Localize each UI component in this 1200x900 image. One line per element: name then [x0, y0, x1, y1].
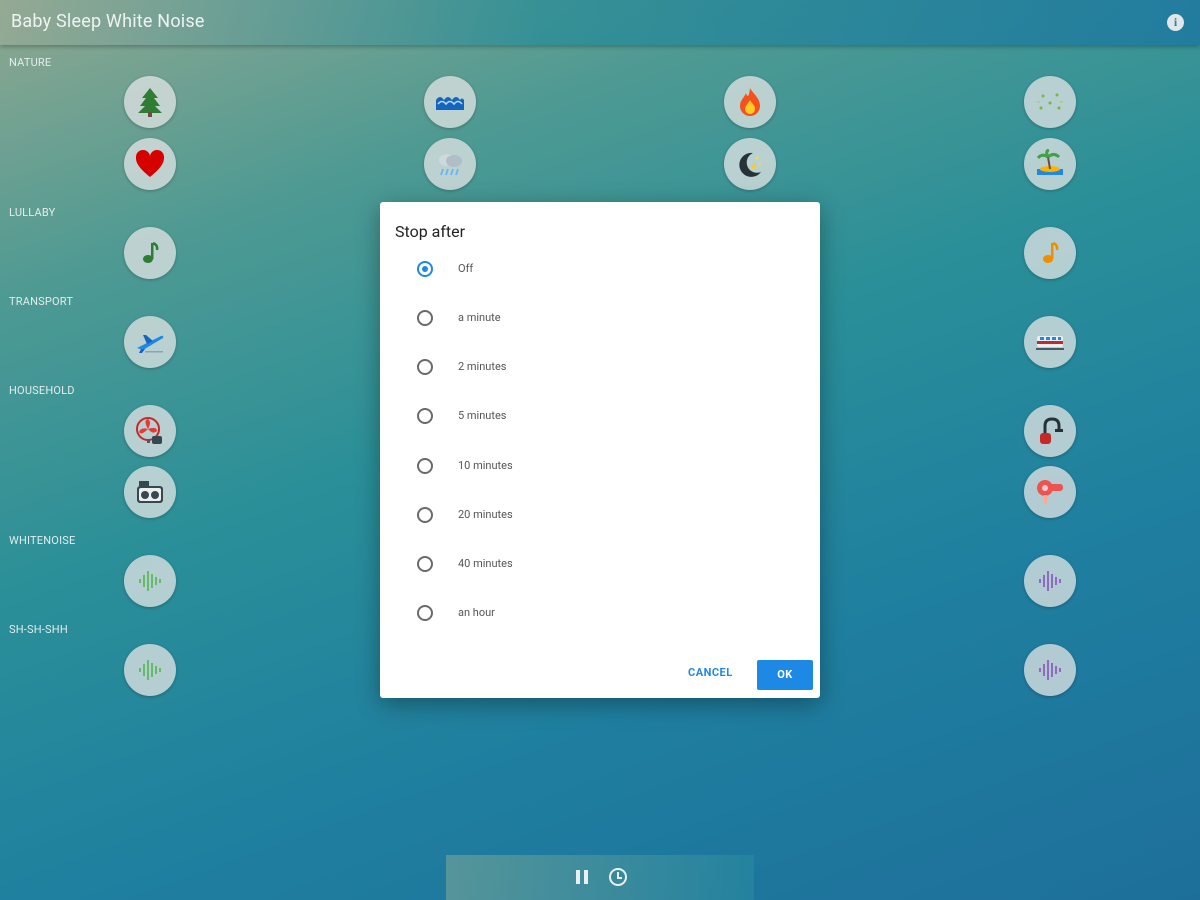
- island-icon: [1036, 149, 1063, 175]
- section-label-household: HOUSEHOLD: [9, 384, 75, 397]
- sound-button-washing-machine[interactable]: [124, 466, 176, 518]
- sound-button-vacuum[interactable]: [1024, 405, 1076, 457]
- ocean-waves-icon: [436, 97, 464, 110]
- dialog-title: Stop after: [395, 222, 466, 241]
- option-label: 40 minutes: [458, 557, 513, 570]
- waveform-purple-icon: [1039, 571, 1061, 591]
- option-label: Off: [458, 262, 474, 275]
- section-label-nature: NATURE: [9, 56, 52, 69]
- radio-button[interactable]: [417, 359, 433, 375]
- sound-button-fire[interactable]: [724, 76, 776, 128]
- sound-button-island[interactable]: [1024, 138, 1076, 190]
- option-label: 5 minutes: [458, 409, 507, 422]
- music-note-green-icon: [143, 241, 159, 263]
- sound-button-lullaby-2[interactable]: [1024, 227, 1076, 279]
- option-20-minutes[interactable]: 20 minutes: [380, 499, 820, 535]
- sound-button-train[interactable]: [1024, 316, 1076, 368]
- vacuum-icon: [1040, 417, 1063, 444]
- fan-icon: [136, 417, 162, 444]
- pause-icon[interactable]: [576, 870, 588, 884]
- info-icon[interactable]: i: [1167, 14, 1184, 31]
- app-title: Baby Sleep White Noise: [11, 11, 205, 32]
- airplane-icon: [137, 335, 164, 353]
- option-off[interactable]: Off: [380, 253, 820, 289]
- option-label: a minute: [458, 311, 501, 324]
- crickets-icon: [1037, 93, 1063, 110]
- timer-icon[interactable]: [609, 868, 627, 886]
- radio-button[interactable]: [417, 507, 433, 523]
- option-label: an hour: [458, 606, 495, 619]
- option-label: 10 minutes: [458, 459, 513, 472]
- sound-button-night[interactable]: [724, 138, 776, 190]
- option-an-hour[interactable]: an hour: [380, 597, 820, 633]
- player-bar: [446, 855, 754, 900]
- app-bar: Baby Sleep White Noise i: [0, 0, 1200, 45]
- sound-button-fan[interactable]: [124, 405, 176, 457]
- train-icon: [1036, 336, 1064, 350]
- waveform-green-icon: [139, 660, 161, 680]
- sound-button-forest[interactable]: [124, 76, 176, 128]
- sound-button-shh-2[interactable]: [1024, 644, 1076, 696]
- sound-button-whitenoise-1[interactable]: [124, 555, 176, 607]
- section-label-whitenoise: WHITENOISE: [9, 534, 76, 547]
- waveform-purple-icon: [1039, 660, 1061, 680]
- stop-after-dialog: Stop after Off a minute 2 minutes 5 minu…: [380, 202, 820, 698]
- section-label-transport: TRANSPORT: [9, 295, 74, 308]
- option-label: 20 minutes: [458, 508, 513, 521]
- radio-button[interactable]: [417, 605, 433, 621]
- sound-button-ocean[interactable]: [424, 76, 476, 128]
- option-40-minutes[interactable]: 40 minutes: [380, 548, 820, 584]
- sound-button-shh-1[interactable]: [124, 644, 176, 696]
- radio-button[interactable]: [417, 556, 433, 572]
- radio-button[interactable]: [417, 408, 433, 424]
- sound-button-lullaby-1[interactable]: [124, 227, 176, 279]
- section-label-lullaby: LULLABY: [9, 206, 56, 219]
- sound-button-heartbeat[interactable]: [124, 138, 176, 190]
- night-moon-icon: [739, 152, 761, 177]
- ok-button[interactable]: OK: [757, 660, 813, 690]
- sound-button-rain[interactable]: [424, 138, 476, 190]
- hair-dryer-icon: [1037, 480, 1063, 504]
- sound-button-whitenoise-2[interactable]: [1024, 555, 1076, 607]
- waveform-green-icon: [139, 571, 161, 591]
- sound-button-crickets[interactable]: [1024, 76, 1076, 128]
- option-10-minutes[interactable]: 10 minutes: [380, 450, 820, 486]
- radio-button[interactable]: [417, 458, 433, 474]
- sound-button-hair-dryer[interactable]: [1024, 466, 1076, 518]
- sound-button-airplane[interactable]: [124, 316, 176, 368]
- option-2-minutes[interactable]: 2 minutes: [380, 351, 820, 387]
- fire-icon: [740, 88, 760, 116]
- pine-tree-icon: [138, 88, 162, 117]
- radio-button[interactable]: [417, 310, 433, 326]
- option-label: 2 minutes: [458, 360, 507, 373]
- option-a-minute[interactable]: a minute: [380, 302, 820, 338]
- music-note-orange-icon: [1043, 241, 1059, 263]
- option-5-minutes[interactable]: 5 minutes: [380, 400, 820, 436]
- cancel-button[interactable]: CANCEL: [688, 666, 733, 679]
- rain-cloud-icon: [439, 154, 462, 176]
- washing-machine-icon: [137, 481, 163, 503]
- radio-button[interactable]: [417, 261, 433, 277]
- heart-icon: [135, 150, 165, 177]
- section-label-shshshh: SH-SH-SHH: [9, 623, 68, 636]
